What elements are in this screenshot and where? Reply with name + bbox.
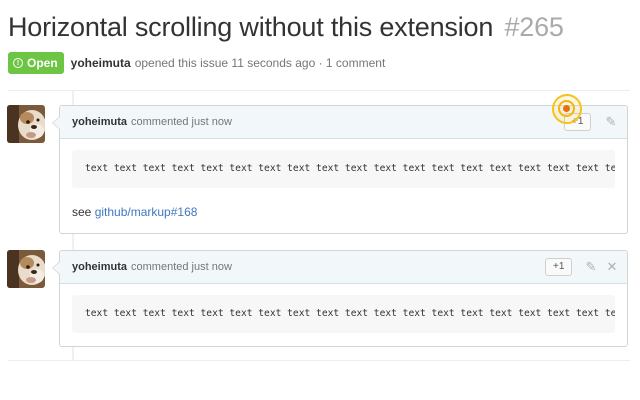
comment-body: text text text text text text text text …: [60, 139, 627, 231]
comment: yoheimuta commented just now +1 ✎ text t…: [52, 105, 628, 234]
bulldog-avatar-icon: [7, 250, 45, 288]
comment-meta: commented just now: [131, 116, 232, 128]
issue-title: Horizontal scrolling without this extens…: [8, 12, 564, 43]
timeline-line: [72, 233, 74, 251]
divider: [8, 360, 630, 361]
code-block[interactable]: text text text text text text text text …: [72, 150, 615, 188]
issue-meta: ! Open yoheimuta opened this issue 11 se…: [8, 52, 385, 74]
timeline-line: [72, 346, 74, 360]
bulldog-avatar-icon: [7, 105, 45, 143]
plus-one-button[interactable]: +1: [545, 258, 573, 276]
pencil-icon[interactable]: ✎: [584, 259, 598, 275]
comment-meta: commented just now: [131, 261, 232, 273]
comment-text: see github/markup#168: [72, 205, 615, 219]
code-block[interactable]: text text text text text text text text …: [72, 295, 615, 333]
issue-author-link[interactable]: yoheimuta: [71, 56, 131, 70]
comment-header: yoheimuta commented just now +1 ✎: [52, 106, 627, 139]
close-icon[interactable]: ✕: [605, 259, 619, 275]
comment-caret: [52, 261, 60, 275]
comment-caret: [52, 116, 60, 130]
issue-number: #265: [504, 12, 564, 42]
divider: [8, 90, 630, 91]
avatar[interactable]: [7, 250, 45, 288]
comment-body: text text text text text text text text …: [60, 284, 627, 345]
state-badge: ! Open: [8, 52, 64, 74]
pencil-icon[interactable]: ✎: [604, 114, 618, 130]
timeline-line: [72, 90, 74, 106]
comment: yoheimuta commented just now +1 ✎ ✕ text…: [52, 250, 628, 347]
comment-author-link[interactable]: yoheimuta: [72, 116, 127, 128]
click-indicator-dot: [563, 105, 570, 112]
markup-issue-link[interactable]: github/markup#168: [95, 205, 198, 219]
issue-opened-text: opened this issue 11 seconds ago · 1 com…: [134, 56, 386, 70]
comment-text-prefix: see: [72, 205, 95, 219]
comment-author-link[interactable]: yoheimuta: [72, 261, 127, 273]
state-label: Open: [27, 56, 58, 70]
comment-header: yoheimuta commented just now +1 ✎ ✕: [52, 251, 627, 284]
click-indicator: [552, 94, 582, 124]
avatar[interactable]: [7, 105, 45, 143]
issue-opened-icon: !: [13, 58, 23, 68]
issue-title-text: Horizontal scrolling without this extens…: [8, 12, 494, 42]
